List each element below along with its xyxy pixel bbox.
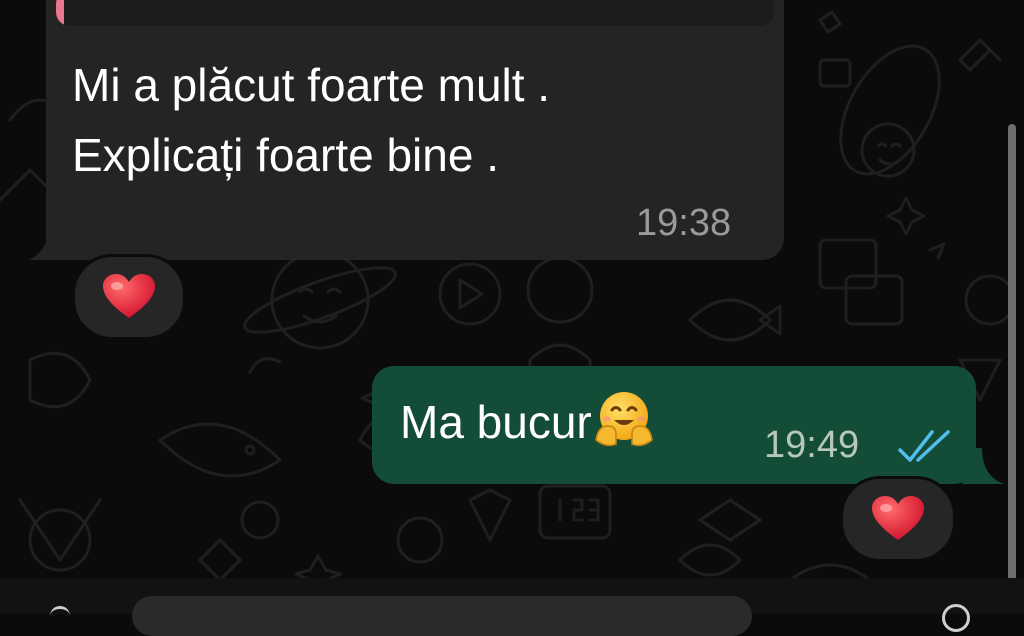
outgoing-message-text: Ma bucur	[400, 390, 654, 452]
outgoing-message-words: Ma bucur	[400, 396, 592, 448]
quote-accent-bar	[56, 0, 64, 26]
incoming-message-text: Mi a plăcut foarte mult . Explicați foar…	[72, 59, 551, 181]
incoming-heart-reaction[interactable]	[72, 254, 186, 340]
quoted-message-preview[interactable]	[56, 0, 774, 26]
hugging-face-emoji-icon	[594, 392, 653, 447]
chat-scrollbar[interactable]	[1008, 124, 1016, 584]
heart-icon	[872, 496, 924, 540]
heart-icon	[103, 274, 155, 318]
incoming-message-time: 19:38	[636, 202, 732, 244]
camera-icon[interactable]	[942, 604, 970, 632]
outgoing-message-time: 19:49	[764, 424, 860, 466]
message-input[interactable]	[132, 596, 752, 636]
read-receipt-double-check-icon	[898, 430, 950, 462]
outgoing-heart-reaction[interactable]	[840, 476, 956, 562]
